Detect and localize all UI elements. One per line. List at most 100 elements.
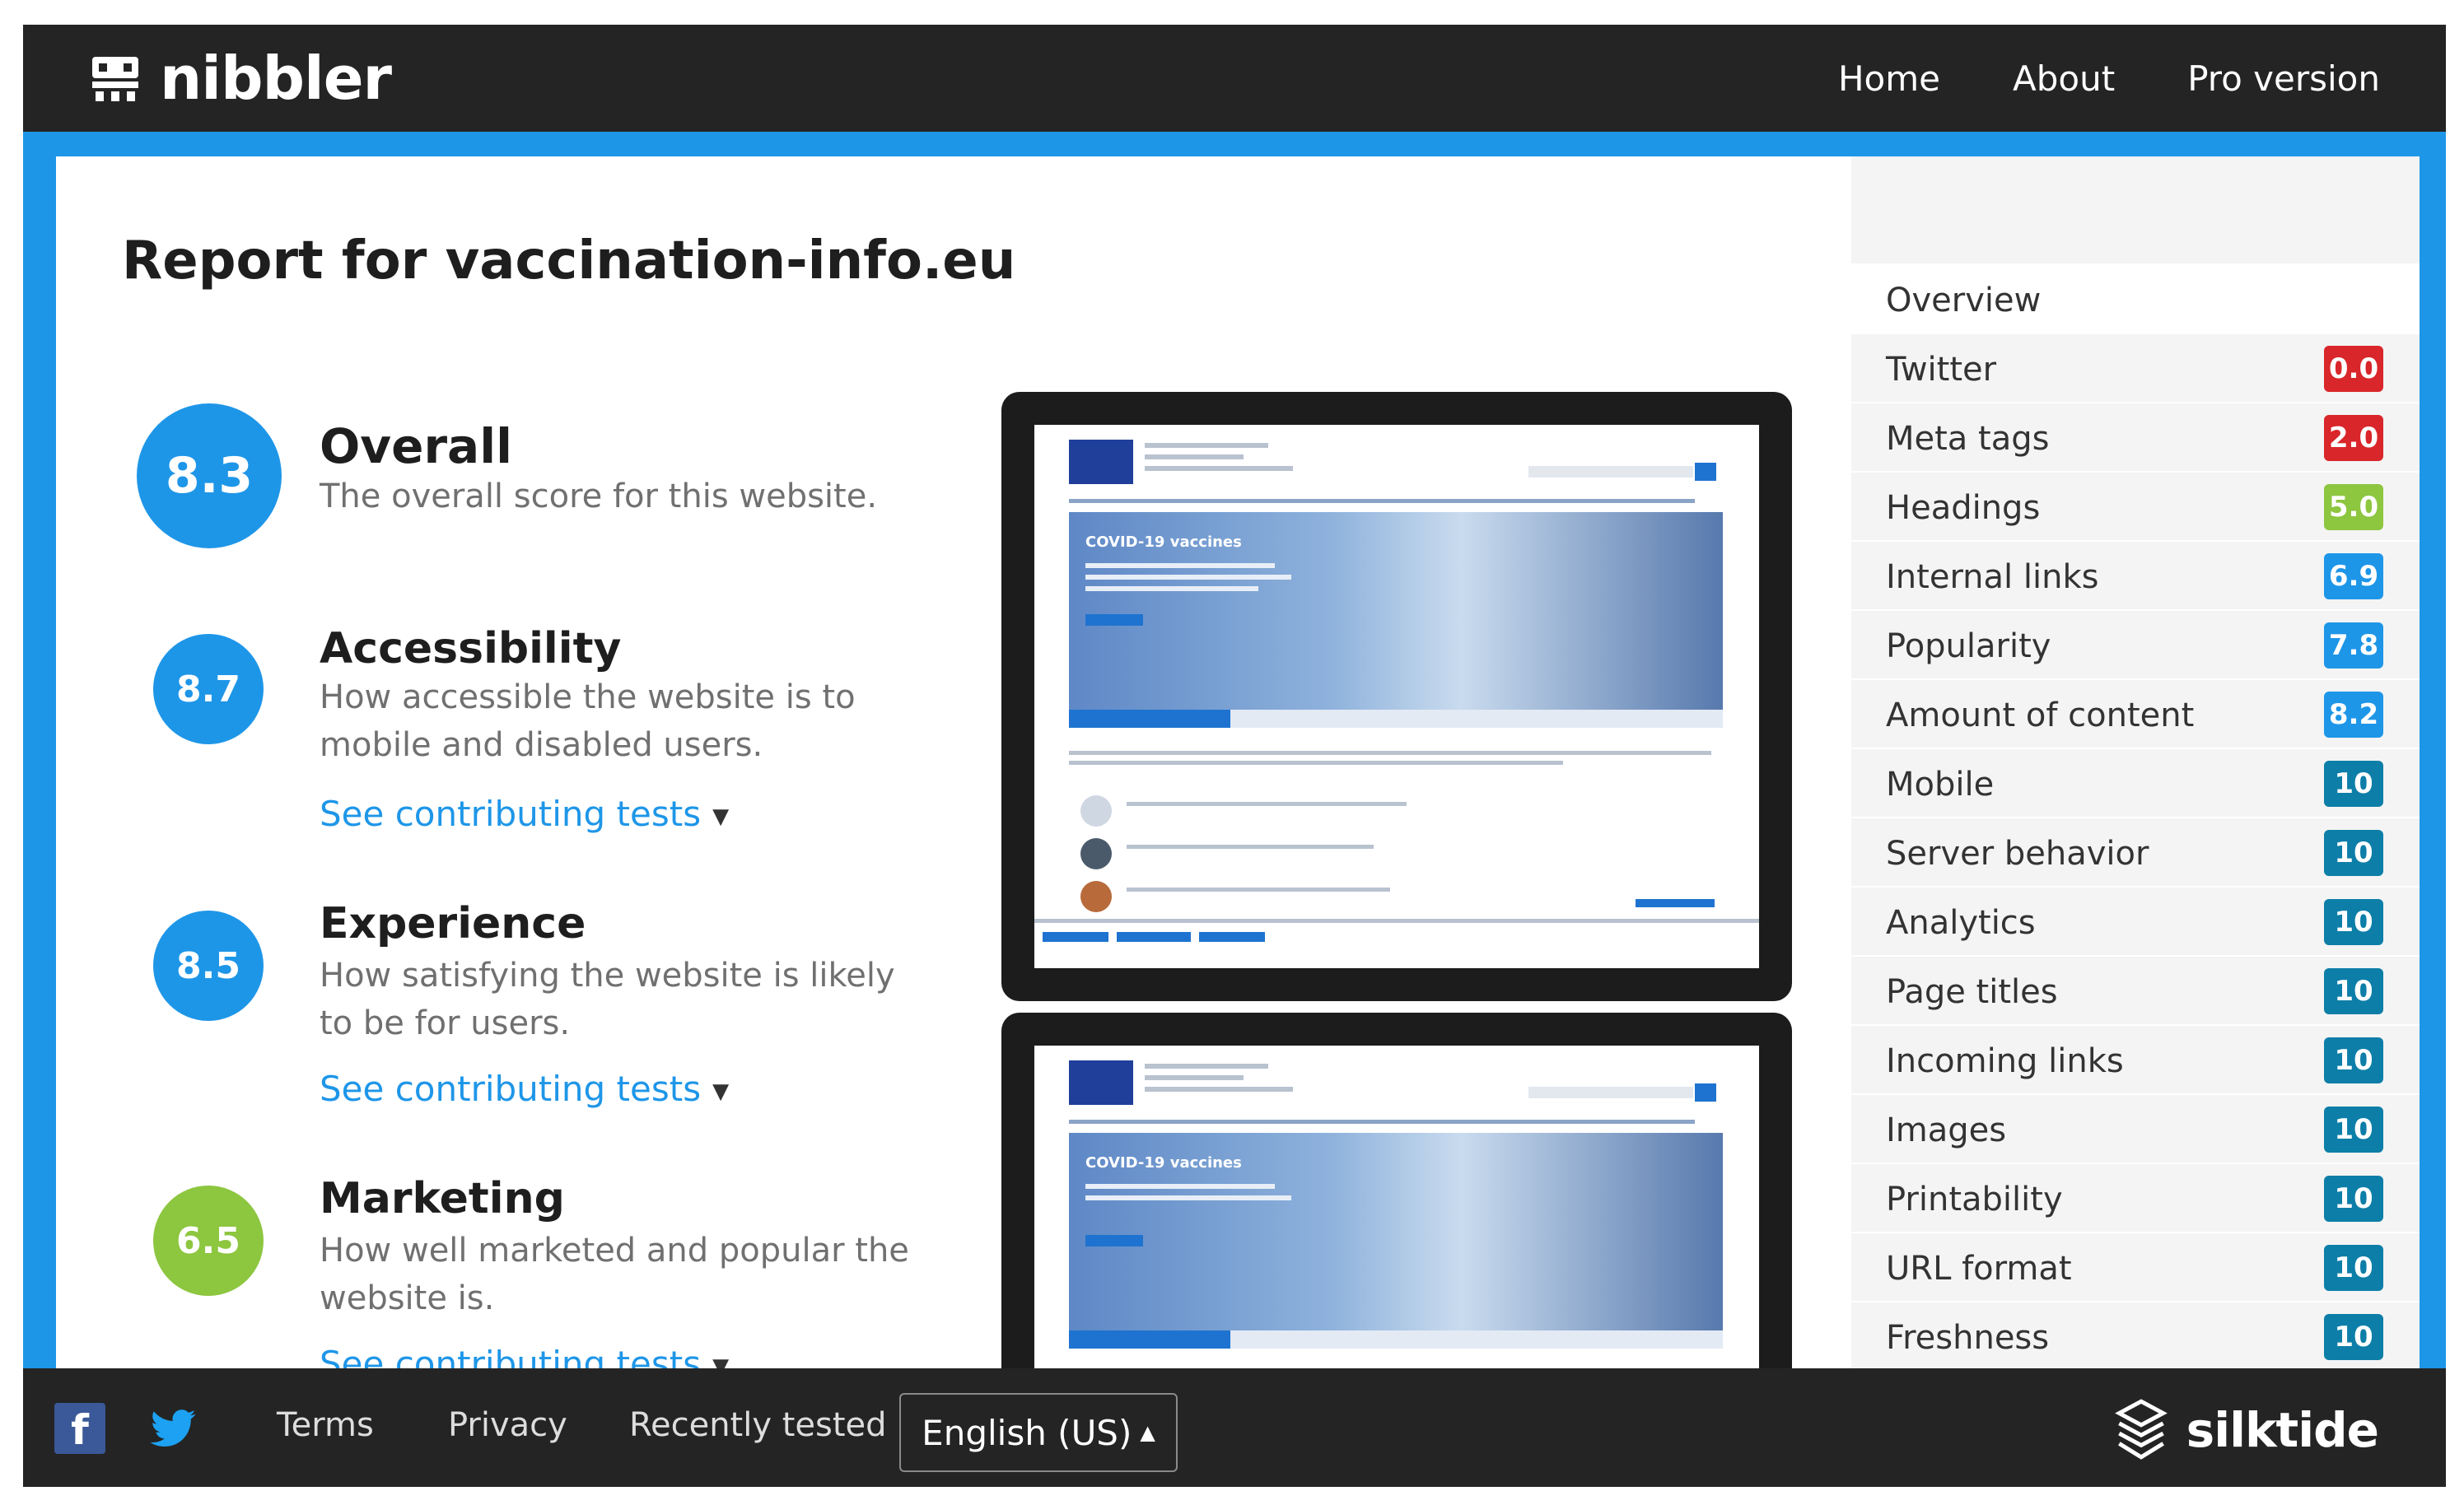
test-sidebar: Overview Twitter 0.0 Meta tags 2.0 Headings 5… xyxy=(1851,156,2420,1391)
overall-title: Overall xyxy=(320,418,512,474)
sidebar-item-amount-of-content[interactable]: Amount of content 8.2 xyxy=(1851,680,2420,749)
overall-description: The overall score for this website. xyxy=(320,478,878,515)
overall-score-badge: 8.3 xyxy=(137,403,282,548)
nibbler-logo-icon xyxy=(92,57,138,101)
facebook-icon[interactable]: f xyxy=(54,1403,105,1454)
score-badge: 8.2 xyxy=(2324,692,2383,738)
sidebar-item-meta-tags[interactable]: Meta tags 2.0 xyxy=(1851,403,2420,473)
preview-hero-title: COVID-19 vaccines xyxy=(1085,534,1242,551)
score-badge: 10 xyxy=(2324,1107,2383,1153)
score-badge: 2.0 xyxy=(2324,415,2383,461)
sidebar-item-images[interactable]: Images 10 xyxy=(1851,1095,2420,1164)
score-badge: 0.0 xyxy=(2324,346,2383,392)
sidebar-item-label: Freshness xyxy=(1886,1319,2050,1357)
caret-down-icon: ▼ xyxy=(712,804,730,829)
language-selector[interactable]: English (US) ▲ xyxy=(899,1393,1178,1472)
sidebar-item-headings[interactable]: Headings 5.0 xyxy=(1851,473,2420,542)
preview-avatar xyxy=(1080,838,1112,869)
website-screenshot: COVID-19 vaccines xyxy=(1034,425,1759,968)
top-navbar: nibbler Home About Pro version xyxy=(23,25,2446,132)
eu-flag-icon xyxy=(1069,1060,1133,1105)
experience-see-tests-link[interactable]: See contributing tests ▼ xyxy=(320,1069,729,1109)
sidebar-item-label: Page titles xyxy=(1886,973,2058,1011)
score-badge: 5.0 xyxy=(2324,484,2383,530)
see-tests-label: See contributing tests xyxy=(320,1069,702,1109)
sidebar-item-overview[interactable]: Overview xyxy=(1851,263,2420,334)
accessibility-see-tests-link[interactable]: See contributing tests ▼ xyxy=(320,794,729,834)
footer-recently-tested-link[interactable]: Recently tested xyxy=(629,1406,887,1444)
logo-text: nibbler xyxy=(160,44,392,113)
footer-privacy-link[interactable]: Privacy xyxy=(448,1406,567,1444)
preview-avatar xyxy=(1080,881,1112,912)
accessibility-title: Accessibility xyxy=(320,624,622,673)
sidebar-item-label: Analytics xyxy=(1886,904,2036,942)
sidebar-item-label: Mobile xyxy=(1886,766,1995,804)
page-title: Report for vaccination-info.eu xyxy=(122,231,1016,291)
preview-hero: COVID-19 vaccines xyxy=(1069,512,1723,710)
report-card: Report for vaccination-info.eu 8.3 Overa… xyxy=(56,156,2420,1441)
score-badge: 6.9 xyxy=(2324,553,2383,599)
silktide-logo-text: silktide xyxy=(2186,1402,2379,1458)
experience-description: How satisfying the website is likely to … xyxy=(320,957,895,1042)
score-badge: 10 xyxy=(2324,1037,2383,1083)
sidebar-item-popularity[interactable]: Popularity 7.8 xyxy=(1851,611,2420,680)
score-badge: 10 xyxy=(2324,968,2383,1014)
eu-flag-icon xyxy=(1069,440,1133,484)
sidebar-item-label: Twitter xyxy=(1886,351,1997,389)
sidebar-item-label: Server behavior xyxy=(1886,835,2149,873)
silktide-logo[interactable]: silktide xyxy=(2107,1393,2379,1467)
language-label: English (US) xyxy=(922,1412,1132,1453)
nibbler-logo[interactable]: nibbler xyxy=(89,41,392,115)
nav-about-link[interactable]: About xyxy=(2013,58,2115,99)
sidebar-item-label: Internal links xyxy=(1886,558,2099,596)
preview-hero-title: COVID-19 vaccines xyxy=(1085,1154,1242,1172)
sidebar-item-page-titles[interactable]: Page titles 10 xyxy=(1851,957,2420,1026)
marketing-title: Marketing xyxy=(320,1174,565,1223)
sidebar-item-internal-links[interactable]: Internal links 6.9 xyxy=(1851,542,2420,611)
sidebar-item-label: Meta tags xyxy=(1886,420,2050,458)
footer-terms-link[interactable]: Terms xyxy=(277,1406,374,1444)
sidebar-item-label: URL format xyxy=(1886,1250,2072,1288)
preview-avatar xyxy=(1080,795,1112,827)
footer: f Terms Privacy Recently tested English … xyxy=(23,1368,2446,1487)
sidebar-item-label: Popularity xyxy=(1886,627,2051,665)
sidebar-item-label: Images xyxy=(1886,1111,2007,1149)
silktide-logo-icon xyxy=(2114,1399,2168,1460)
preview-hero: COVID-19 vaccines xyxy=(1069,1133,1723,1330)
app-frame: nibbler Home About Pro version Report fo… xyxy=(23,25,2446,1487)
nav-pro-version-link[interactable]: Pro version xyxy=(2187,58,2380,99)
score-badge: 10 xyxy=(2324,1245,2383,1291)
score-badge: 10 xyxy=(2324,899,2383,945)
marketing-description: How well marketed and popular the websit… xyxy=(320,1232,909,1317)
sidebar-item-analytics[interactable]: Analytics 10 xyxy=(1851,888,2420,957)
sidebar-item-server-behavior[interactable]: Server behavior 10 xyxy=(1851,818,2420,888)
sidebar-item-printability[interactable]: Printability 10 xyxy=(1851,1164,2420,1233)
sidebar-item-label: Printability xyxy=(1886,1181,2063,1218)
experience-title: Experience xyxy=(320,899,586,948)
score-badge: 10 xyxy=(2324,1314,2383,1360)
sidebar-item-freshness[interactable]: Freshness 10 xyxy=(1851,1302,2420,1372)
preview-tabs xyxy=(1069,710,1723,728)
preview-tabs xyxy=(1069,1330,1723,1349)
preview-header xyxy=(1034,1046,1759,1120)
nav-home-link[interactable]: Home xyxy=(1838,58,1940,99)
desktop-preview: COVID-19 vaccines xyxy=(1001,392,1792,1001)
see-tests-label: See contributing tests xyxy=(320,794,702,834)
sidebar-item-url-format[interactable]: URL format 10 xyxy=(1851,1233,2420,1302)
caret-down-icon: ▼ xyxy=(712,1079,730,1104)
marketing-score-badge: 6.5 xyxy=(153,1186,264,1296)
experience-score-badge: 8.5 xyxy=(153,911,264,1021)
caret-up-icon: ▲ xyxy=(1140,1421,1155,1444)
accessibility-description: How accessible the website is to mobile … xyxy=(320,678,856,764)
twitter-icon[interactable] xyxy=(147,1405,199,1454)
sidebar-item-twitter[interactable]: Twitter 0.0 xyxy=(1851,334,2420,403)
score-badge: 10 xyxy=(2324,1176,2383,1222)
sidebar-item-label: Overview xyxy=(1886,282,2042,319)
sidebar-item-label: Headings xyxy=(1886,489,2041,527)
preview-header xyxy=(1034,425,1759,499)
score-badge: 7.8 xyxy=(2324,622,2383,669)
sidebar-item-incoming-links[interactable]: Incoming links 10 xyxy=(1851,1026,2420,1095)
score-badge: 10 xyxy=(2324,830,2383,876)
score-badge: 10 xyxy=(2324,761,2383,807)
sidebar-item-mobile[interactable]: Mobile 10 xyxy=(1851,749,2420,818)
